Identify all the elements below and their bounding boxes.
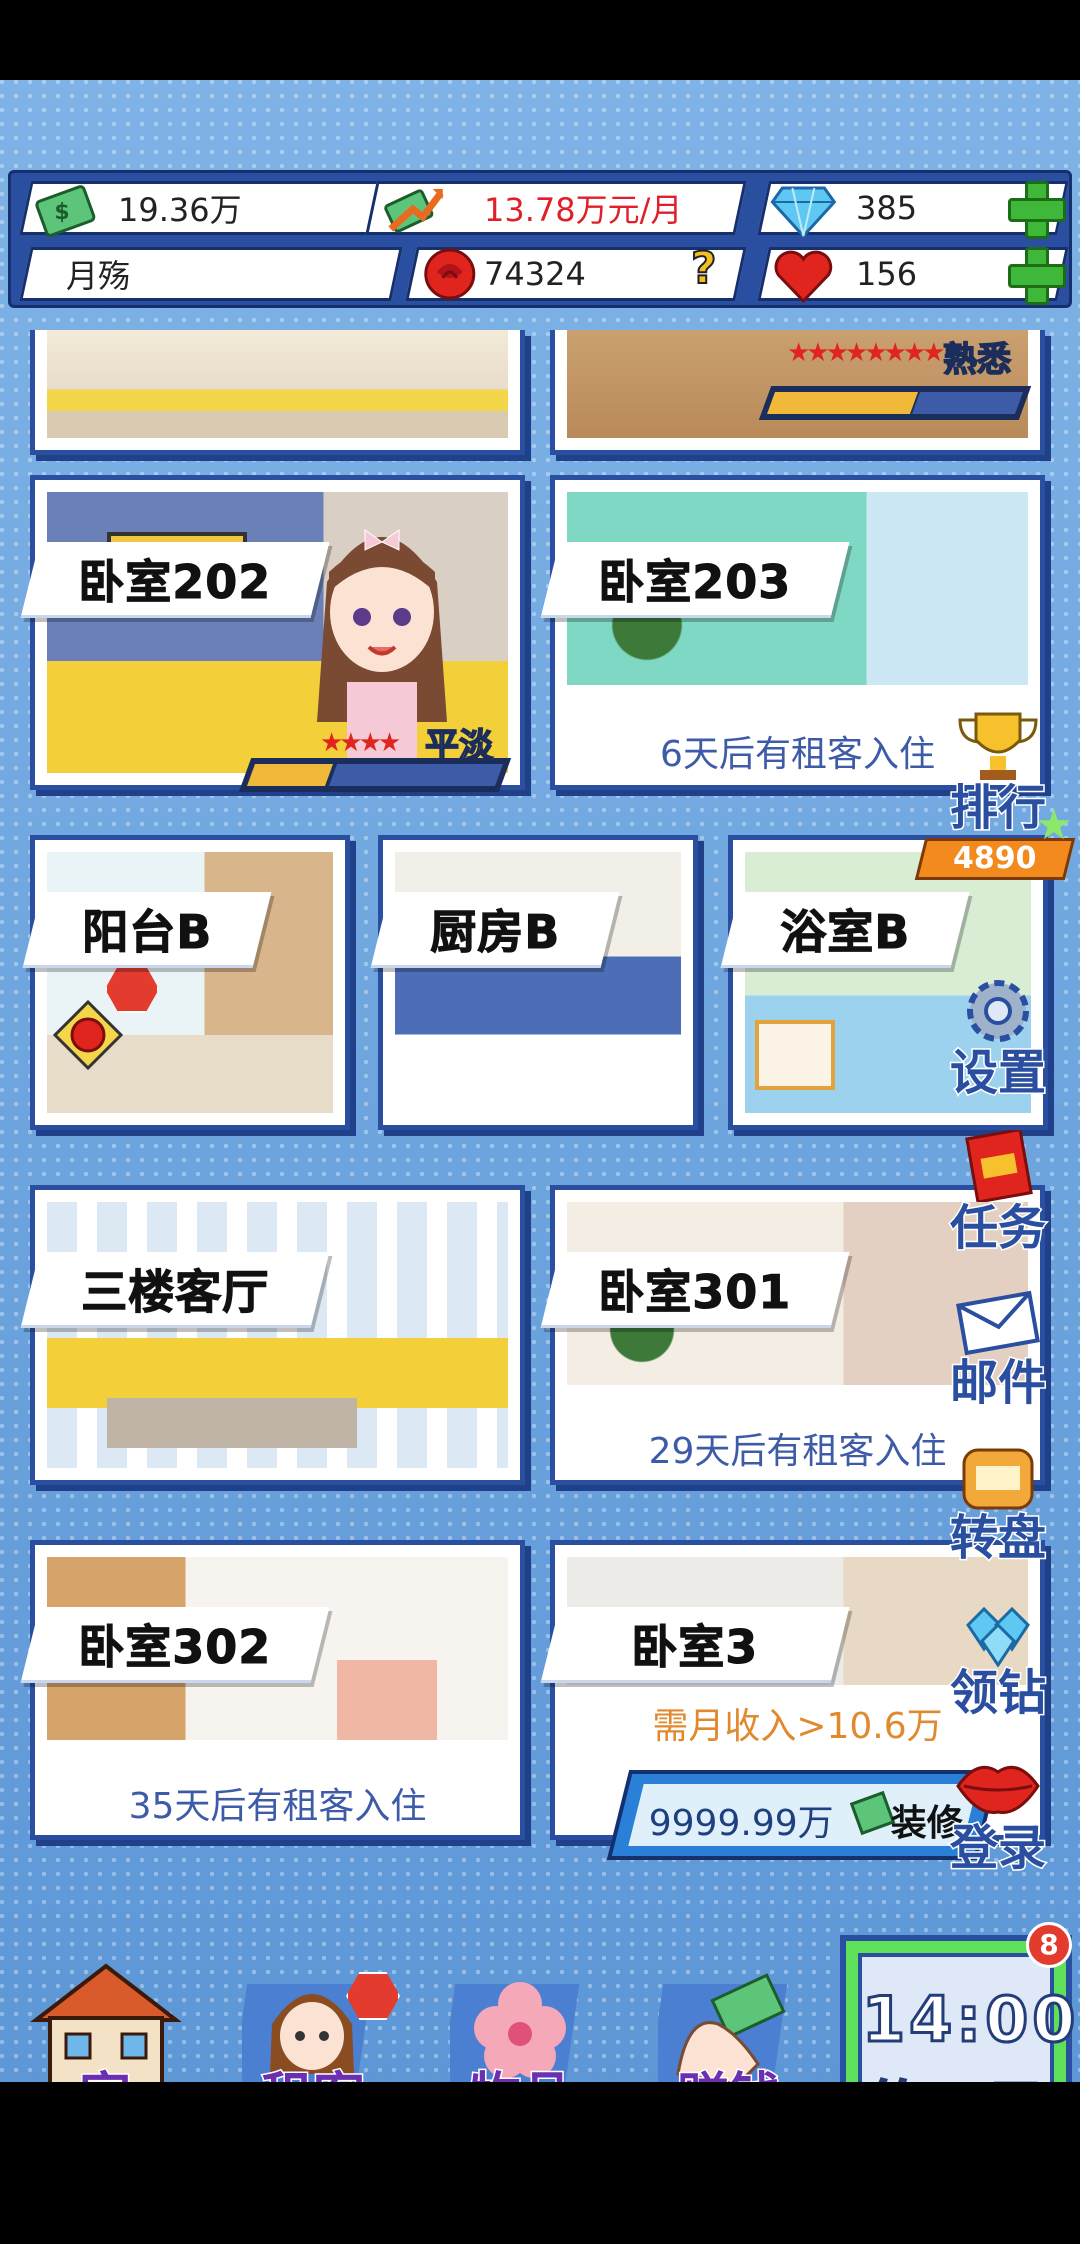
income-value: 13.78万元/月	[484, 191, 683, 229]
room-tag: 卧室203	[540, 542, 850, 618]
room-card-top-right[interactable]: ★★★★★★★★ 熟悉	[550, 330, 1045, 455]
wheel-icon	[954, 1440, 1042, 1512]
income-counter: 13.78万元/月	[365, 181, 747, 235]
rose-icon	[414, 244, 486, 306]
status-bar	[0, 0, 1080, 80]
room-tag: 卧室301	[540, 1252, 850, 1328]
affinity-stars: ★★★★★★★★	[787, 338, 945, 368]
room-tag: 卧室302	[20, 1607, 330, 1683]
nav-items[interactable]: 物品	[436, 1960, 606, 2082]
room-tag: 卧室3	[540, 1607, 850, 1683]
bath-mat-icon	[755, 1020, 835, 1090]
clock-badge: 8	[1026, 1922, 1072, 1968]
renovate-button[interactable]: 9999.99万 装修	[606, 1770, 1000, 1860]
money-value: 19.36万	[118, 191, 242, 229]
nav-tenants[interactable]: 租客	[228, 1960, 400, 2082]
add-hearts-button[interactable]	[1006, 245, 1066, 305]
lips-icon	[954, 1750, 1042, 1822]
room-card-kitchenB[interactable]	[378, 835, 698, 1130]
room-card-top-left[interactable]	[30, 330, 525, 455]
game-time: 14:00	[861, 1982, 1080, 2058]
money-counter: $ 19.36万	[19, 181, 391, 237]
room-tag: 卧室202	[20, 542, 330, 618]
rose-icon	[52, 999, 124, 1071]
player-name-field[interactable]: 月殇	[19, 247, 403, 301]
heart-icon	[767, 246, 839, 308]
claim-diamonds-button[interactable]: 领钻	[943, 1595, 1053, 1721]
room-tag: 三楼客厅	[20, 1252, 330, 1328]
login-button[interactable]: 登录	[943, 1750, 1053, 1876]
room-card-bedroom202[interactable]: ★★★★ 平淡	[30, 475, 525, 792]
move-in-status: 35天后有租客入住	[128, 1786, 427, 1827]
gear-icon	[954, 975, 1042, 1047]
nav-earn[interactable]: 赚钱	[644, 1960, 814, 2082]
game-screen: $ 19.36万 13.78万元/月 385 月殇 74324 ? 156 ★★…	[0, 80, 1080, 2082]
room-image	[47, 330, 508, 438]
room-card-bedroom302[interactable]: 35天后有租客入住	[30, 1540, 525, 1840]
room-tag: 厨房B	[370, 892, 620, 968]
wheel-button[interactable]: 转盘	[943, 1440, 1053, 1566]
player-name: 月殇	[66, 257, 131, 295]
tasks-button[interactable]: 任务	[943, 1127, 1053, 1256]
room-card-balconyB[interactable]	[30, 835, 350, 1130]
mail-icon	[954, 1285, 1042, 1357]
star-icon: ★	[1035, 800, 1073, 849]
money-icon: $	[29, 180, 101, 242]
rose-value: 74324	[484, 255, 586, 293]
heart-value: 156	[856, 255, 918, 293]
mail-button[interactable]: 邮件	[943, 1285, 1053, 1411]
settings-button[interactable]: 设置	[943, 975, 1053, 1101]
nav-home[interactable]: 家	[20, 1960, 190, 2082]
room-image	[47, 1202, 508, 1468]
navigation-bar	[0, 2082, 1080, 2244]
renovate-price: 9999.99万	[648, 1803, 834, 1844]
growth-icon	[378, 178, 450, 240]
mood-label: 熟悉	[942, 339, 1012, 381]
help-button[interactable]: ?	[690, 242, 717, 295]
room-card-floor3-living[interactable]	[30, 1185, 525, 1485]
svg-text:$: $	[54, 200, 69, 225]
affinity-stars: ★★★★	[320, 728, 401, 758]
room-tag: 阳台B	[22, 892, 272, 968]
diamond-icon	[767, 180, 839, 242]
diamond-pile-icon	[954, 1595, 1042, 1668]
affinity-bar	[758, 386, 1032, 420]
room-tag: 浴室B	[720, 892, 970, 968]
game-day: 第24天	[862, 2065, 1050, 2082]
diamond-value: 385	[856, 189, 918, 227]
task-book-icon	[954, 1127, 1042, 1204]
affinity-bar	[238, 758, 512, 792]
add-diamonds-button[interactable]	[1006, 179, 1066, 239]
resource-hud: $ 19.36万 13.78万元/月 385 月殇 74324 ? 156	[8, 170, 1072, 308]
trophy-icon	[954, 710, 1042, 782]
